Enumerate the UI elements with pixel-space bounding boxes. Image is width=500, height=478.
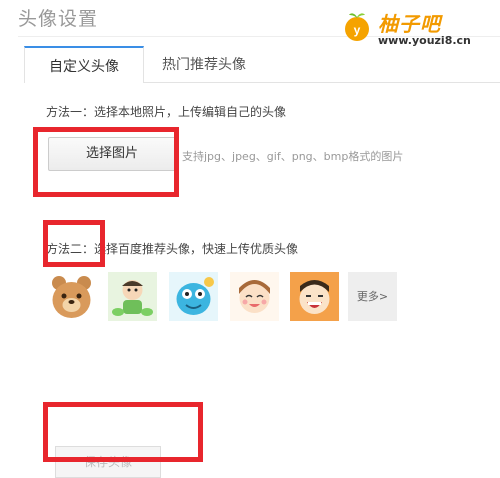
highlight-box-method2 [43,220,105,267]
svg-text:y: y [354,23,361,37]
avatar-tabs: 自定义头像 热门推荐头像 [24,46,500,83]
avatar-frog-boy[interactable] [108,272,157,321]
avatar-smiling-girl[interactable] [230,272,279,321]
watermark-name: 柚子吧 [378,12,441,36]
smiling-girl-avatar-icon [230,272,279,321]
blue-creature-avatar-icon [169,272,218,321]
avatar-bear[interactable] [47,272,96,321]
method1-label: 方法一：选择本地照片，上传编辑自己的头像 [46,105,287,119]
highlight-box-save [43,402,203,462]
avatar-laughing-boy[interactable] [290,272,339,321]
frog-boy-avatar-icon [108,272,157,321]
youzi-logo-icon: y [345,13,369,41]
avatar-blue-creature[interactable] [169,272,218,321]
page-title: 头像设置 [18,8,99,30]
tab-hot-avatars[interactable]: 热门推荐头像 [154,46,254,82]
tab-custom-avatar[interactable]: 自定义头像 [24,46,144,83]
highlight-box-choose-image [33,127,179,197]
bear-avatar-icon [47,272,96,321]
laughing-boy-avatar-icon [290,272,339,321]
more-avatars-button[interactable]: 更多> [348,272,397,321]
supported-formats-text: 支持jpg、jpeg、gif、png、bmp格式的图片 [182,150,404,163]
